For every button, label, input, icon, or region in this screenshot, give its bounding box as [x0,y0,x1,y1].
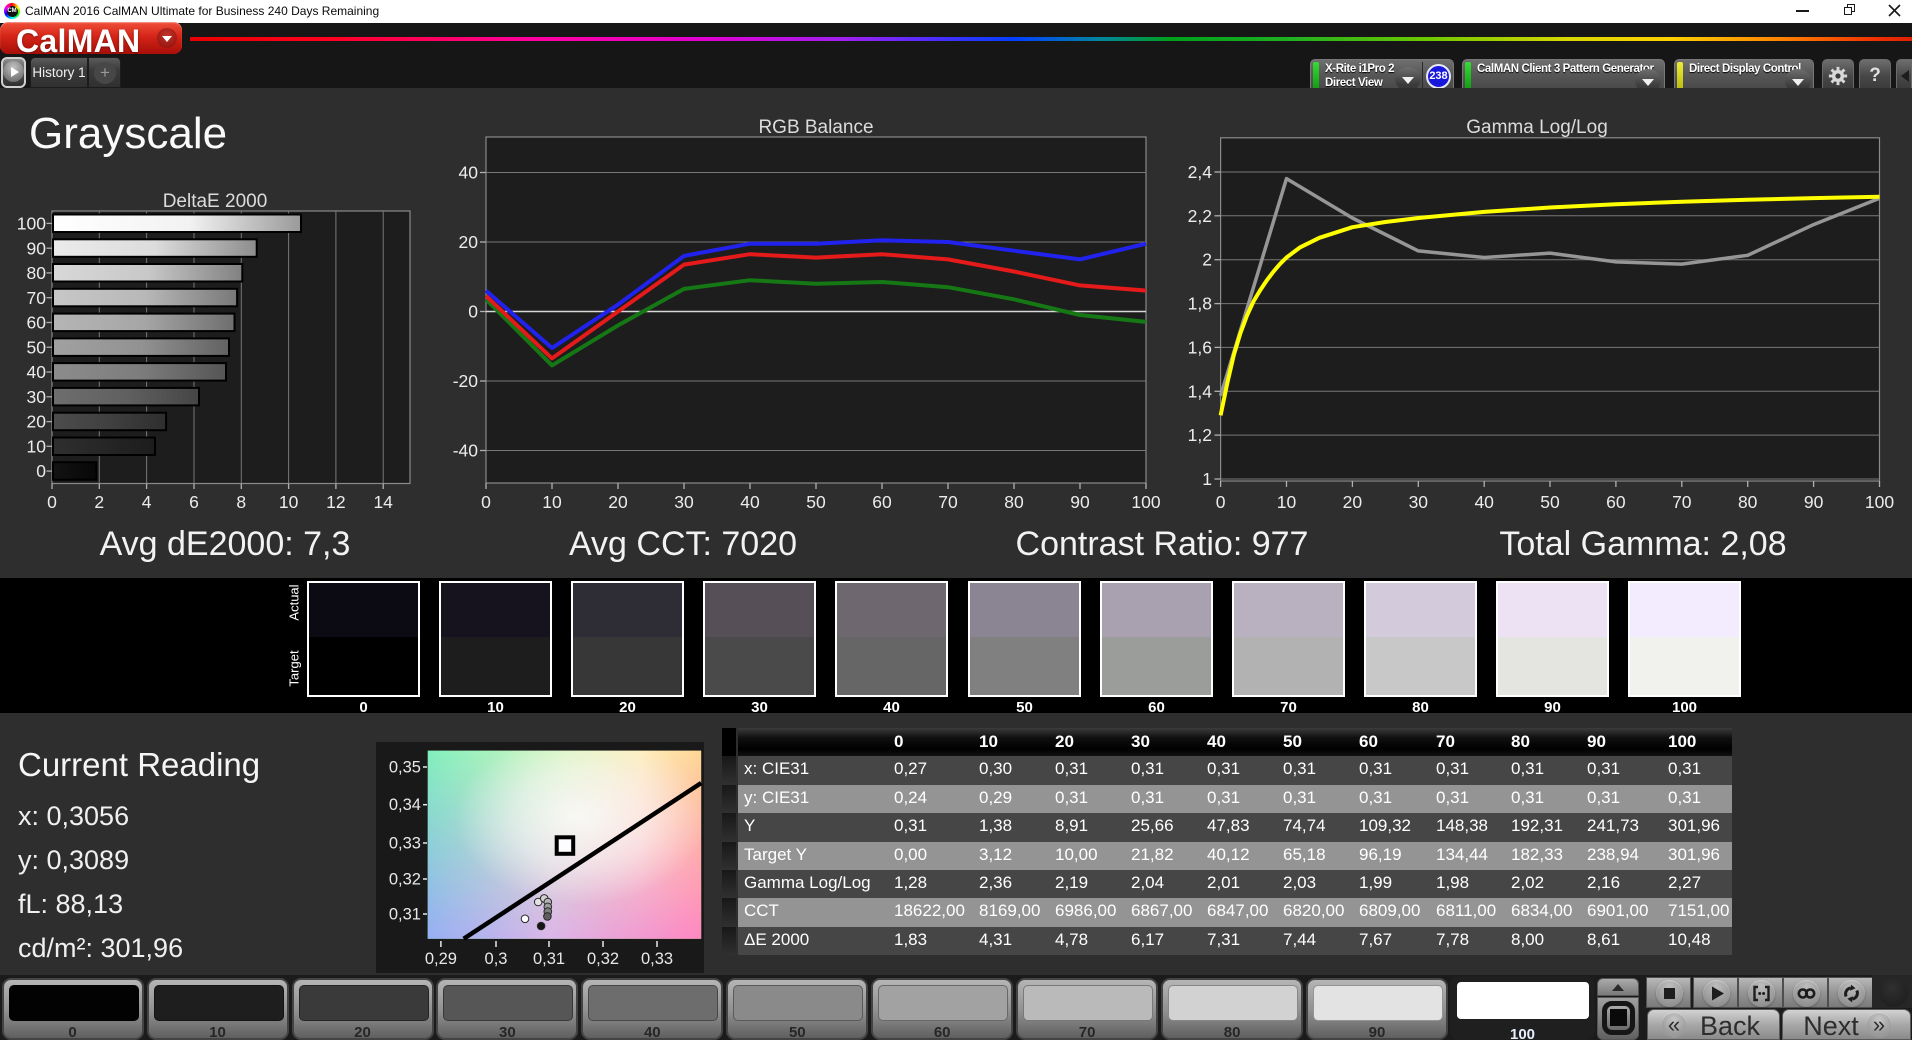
svg-text:90: 90 [27,238,47,258]
svg-text:1,2: 1,2 [1188,425,1212,445]
svg-text:-20: -20 [453,371,479,391]
svg-text:70: 70 [938,492,958,512]
svg-text:1,4: 1,4 [1188,381,1213,401]
svg-text:1,8: 1,8 [1188,294,1212,314]
svg-text:10: 10 [27,436,47,456]
svg-text:8: 8 [236,492,246,512]
svg-text:1,6: 1,6 [1188,337,1212,357]
svg-text:20: 20 [1343,492,1363,512]
svg-text:100: 100 [1865,492,1894,512]
svg-text:0: 0 [36,461,46,481]
svg-text:40: 40 [459,163,479,183]
svg-text:0,35: 0,35 [389,759,421,777]
svg-text:20: 20 [459,232,479,252]
svg-text:40: 40 [740,492,760,512]
svg-text:70: 70 [1672,492,1692,512]
svg-text:Gamma Log/Log: Gamma Log/Log [1466,117,1608,138]
svg-text:0,34: 0,34 [389,796,421,814]
svg-text:80: 80 [1004,492,1024,512]
svg-text:Contrast Ratio: 977: Contrast Ratio: 977 [1016,525,1309,563]
svg-text:1: 1 [1202,469,1212,489]
svg-text:Avg dE2000: 7,3: Avg dE2000: 7,3 [100,525,351,563]
svg-text:30: 30 [674,492,694,512]
svg-text:Total Gamma: 2,08: Total Gamma: 2,08 [1499,525,1786,563]
svg-text:0: 0 [468,302,478,322]
svg-text:10: 10 [542,492,562,512]
svg-text:DeltaE 2000: DeltaE 2000 [163,191,268,212]
svg-text:6: 6 [189,492,199,512]
svg-text:-40: -40 [453,441,479,461]
svg-text:4: 4 [142,492,152,512]
svg-text:0,32: 0,32 [389,871,421,889]
svg-text:0: 0 [1216,492,1226,512]
svg-text:0,33: 0,33 [389,835,421,853]
svg-text:2,4: 2,4 [1188,162,1213,182]
svg-text:30: 30 [27,387,47,407]
svg-text:0,33: 0,33 [641,950,673,968]
svg-text:0,29: 0,29 [425,950,457,968]
svg-text:20: 20 [27,412,47,432]
svg-text:0: 0 [47,492,57,512]
svg-text:0: 0 [481,492,491,512]
svg-text:14: 14 [373,492,393,512]
svg-text:0,3: 0,3 [485,950,508,968]
svg-text:10: 10 [1277,492,1297,512]
svg-text:0,31: 0,31 [389,906,421,924]
svg-text:40: 40 [27,362,47,382]
svg-text:40: 40 [1474,492,1494,512]
svg-text:2,2: 2,2 [1188,206,1212,226]
svg-text:Avg CCT: 7020: Avg CCT: 7020 [569,525,797,563]
svg-text:RGB Balance: RGB Balance [758,117,873,138]
svg-text:50: 50 [27,337,47,357]
svg-text:100: 100 [17,214,46,234]
svg-text:0,32: 0,32 [587,950,619,968]
svg-text:70: 70 [27,288,47,308]
svg-text:10: 10 [279,492,299,512]
svg-text:80: 80 [27,263,47,283]
svg-text:50: 50 [1540,492,1560,512]
svg-text:80: 80 [1738,492,1758,512]
svg-text:90: 90 [1804,492,1824,512]
svg-text:2: 2 [94,492,104,512]
svg-text:60: 60 [1606,492,1626,512]
svg-text:0,31: 0,31 [533,950,565,968]
svg-text:30: 30 [1409,492,1429,512]
svg-text:100: 100 [1131,492,1160,512]
svg-text:12: 12 [326,492,345,512]
svg-text:2: 2 [1202,250,1212,270]
svg-text:50: 50 [806,492,826,512]
svg-text:60: 60 [27,313,47,333]
svg-text:90: 90 [1070,492,1090,512]
svg-text:20: 20 [608,492,628,512]
svg-text:60: 60 [872,492,892,512]
